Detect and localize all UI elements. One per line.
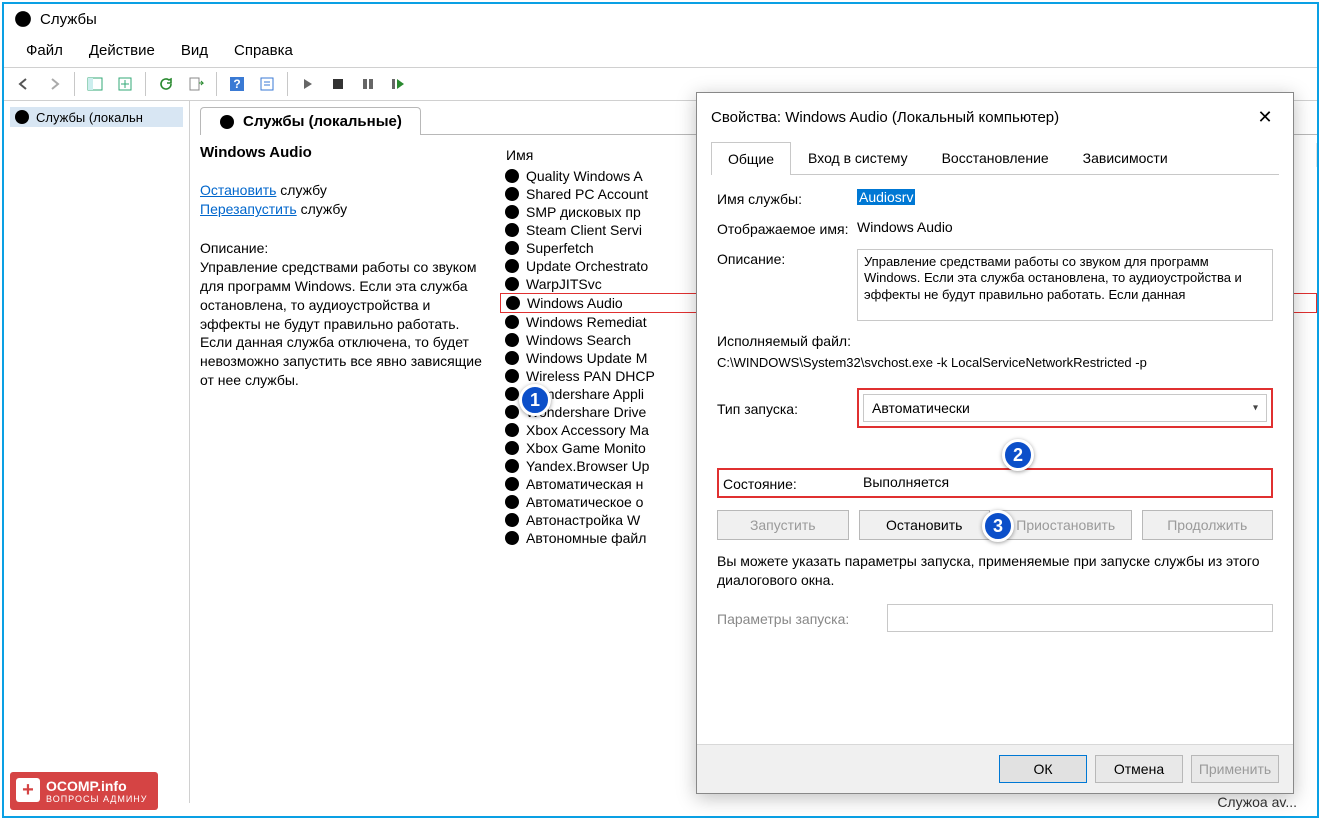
gear-icon [504,314,520,330]
gear-icon [504,204,520,220]
service-detail-panel: Windows Audio Остановить службу Перезапу… [200,143,500,803]
gear-icon [504,222,520,238]
tree-item-services-local[interactable]: Службы (локальн [10,107,183,127]
properties-button[interactable] [253,70,281,98]
gear-icon [504,422,520,438]
annotation-badge-1: 1 [519,384,551,416]
stop-button[interactable] [324,70,352,98]
menu-file[interactable]: Файл [14,38,75,63]
annotation-badge-3: 3 [982,510,1014,542]
tab-logon[interactable]: Вход в систему [791,141,925,174]
menubar: Файл Действие Вид Справка [4,34,1317,67]
description-box[interactable]: Управление средствами работы со звуком д… [857,249,1273,321]
app-icon [14,10,32,28]
executable-path: C:\WINDOWS\System32\svchost.exe -k Local… [717,355,1273,370]
startup-params-input[interactable] [887,604,1273,632]
tab-dependencies[interactable]: Зависимости [1066,141,1185,174]
tab-recovery[interactable]: Восстановление [925,141,1066,174]
state-value: Выполняется [863,474,1267,490]
gear-icon [505,295,521,311]
pause-button[interactable] [354,70,382,98]
dialog-footer: ОК Отмена Применить [697,744,1293,793]
content-tab-header: Службы (локальные) [200,107,421,135]
gear-icon [504,476,520,492]
startup-type-select[interactable]: Автоматически▾ [863,394,1267,422]
description-label: Описание: [200,239,492,258]
startup-params-hint: Вы можете указать параметры запуска, при… [717,552,1273,590]
watermark: + OCOMP.info ВОПРОСЫ АДМИНУ [10,772,158,810]
resume-button: Продолжить [1142,510,1274,540]
gear-icon [504,530,520,546]
gear-icon [504,276,520,292]
close-button[interactable]: ✕ [1251,103,1279,131]
gear-icon [504,332,520,348]
gear-icon [504,494,520,510]
gear-icon [504,258,520,274]
restart-link[interactable]: Перезапустить [200,201,297,217]
dialog-tabs: Общие Вход в систему Восстановление Зави… [711,141,1279,175]
gear-icon [504,350,520,366]
help-button[interactable]: ? [223,70,251,98]
forward-button[interactable] [40,70,68,98]
executable-label: Исполняемый файл: [717,333,1273,349]
stop-button[interactable]: Остановить [859,510,991,540]
annotation-badge-2: 2 [1002,439,1034,471]
titlebar: Службы [4,4,1317,34]
show-hide-button[interactable] [81,70,109,98]
tree-pane: Службы (локальн [4,101,190,803]
restart-button[interactable] [384,70,412,98]
gear-icon [219,114,235,130]
service-name-value[interactable]: Audiosrv [857,189,915,205]
start-button: Запустить [717,510,849,540]
back-button[interactable] [10,70,38,98]
properties-dialog: Свойства: Windows Audio (Локальный компь… [696,92,1294,794]
gear-icon [504,458,520,474]
apply-button: Применить [1191,755,1279,783]
gear-icon [504,240,520,256]
gear-icon [14,109,30,125]
gear-icon [504,368,520,384]
gear-icon [504,512,520,528]
svg-text:?: ? [233,77,240,91]
gear-icon [504,440,520,456]
app-title: Службы [40,11,97,28]
stop-link[interactable]: Остановить [200,182,276,198]
export-button[interactable] [111,70,139,98]
tab-general[interactable]: Общие [711,142,791,175]
gear-icon [504,168,520,184]
startup-params-label: Параметры запуска: [717,609,887,627]
menu-help[interactable]: Справка [222,38,305,63]
refresh-button[interactable] [152,70,180,98]
play-button[interactable] [294,70,322,98]
gear-icon [504,404,520,420]
gear-icon [504,186,520,202]
startup-type-label: Тип запуска: [717,399,857,417]
display-name-value: Windows Audio [857,219,1273,235]
state-label: Состояние: [723,474,863,492]
display-name-label: Отображаемое имя: [717,219,857,237]
description-text: Управление средствами работы со звуком д… [200,258,492,390]
selected-service-title: Windows Audio [200,143,492,163]
cancel-button[interactable]: Отмена [1095,755,1183,783]
dialog-titlebar: Свойства: Windows Audio (Локальный компь… [697,93,1293,141]
plus-icon: + [16,778,40,802]
chevron-down-icon: ▾ [1253,403,1258,414]
description-label: Описание: [717,249,857,267]
statusbar-text: Служоа av... [1217,794,1297,810]
service-name-label: Имя службы: [717,189,857,207]
ok-button[interactable]: ОК [999,755,1087,783]
export-list-button[interactable] [182,70,210,98]
menu-action[interactable]: Действие [77,38,167,63]
pause-button: Приостановить [1000,510,1132,540]
gear-icon [504,386,520,402]
menu-view[interactable]: Вид [169,38,220,63]
